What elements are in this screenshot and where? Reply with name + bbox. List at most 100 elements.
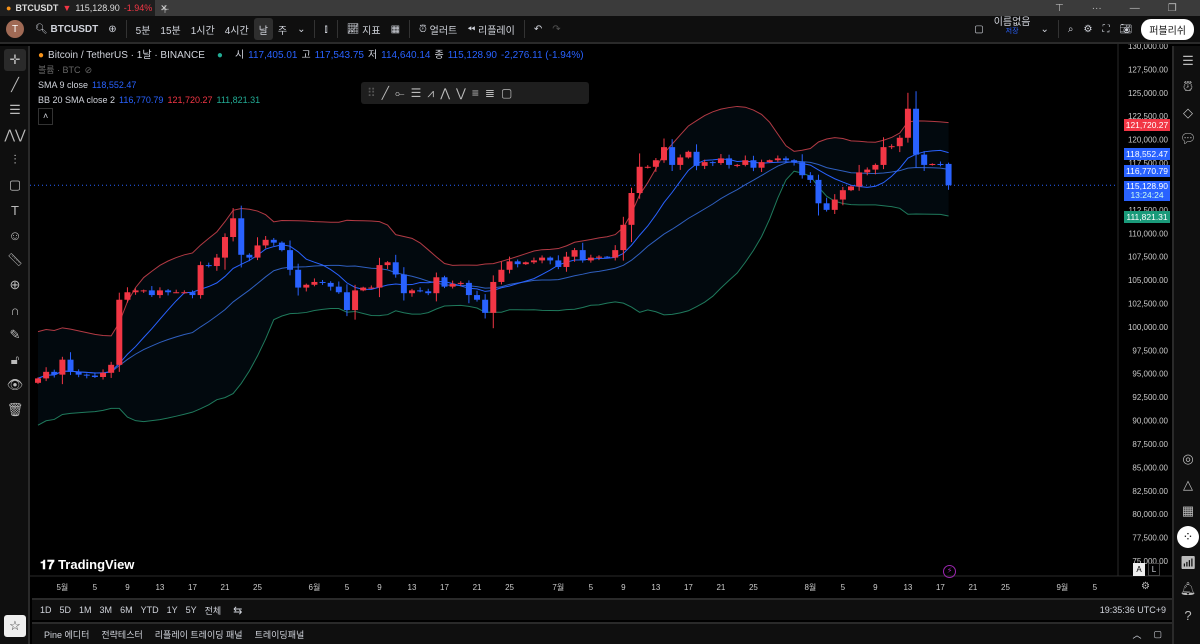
chevron-down-icon[interactable]: ⌄ — [1036, 18, 1054, 40]
crosshair-icon[interactable]: ✛ — [4, 49, 26, 71]
rectangle-icon[interactable]: ▢ — [501, 86, 512, 100]
layout-name[interactable]: 이름없음 저장 — [989, 18, 1036, 40]
fib-extension-icon[interactable]: ≣ — [485, 86, 495, 100]
range-6m[interactable]: 6M — [120, 605, 133, 615]
ideas-icon[interactable]: △ — [1177, 474, 1199, 496]
fib-icon[interactable]: ☰ — [4, 99, 26, 121]
help-icon[interactable]: ? — [1177, 604, 1199, 626]
maximize-icon[interactable]: ❐ — [1168, 3, 1177, 14]
text-icon[interactable]: T — [4, 199, 26, 221]
target-icon[interactable]: ◎ — [1177, 448, 1199, 470]
quick-search-icon[interactable]: ⌕ — [1063, 18, 1079, 40]
fib-retracement-icon[interactable]: ≡ — [472, 86, 479, 100]
emoji-icon[interactable]: ☺ — [4, 224, 26, 246]
lock-icon[interactable]: 🔓︎ — [4, 349, 26, 371]
range-5y[interactable]: 5Y — [186, 605, 197, 615]
trendline-icon[interactable]: ╱ — [382, 86, 389, 100]
maximize-panel-icon[interactable]: ▢ — [1153, 629, 1162, 640]
signal-icon[interactable]: 📶︎ — [1177, 552, 1199, 574]
chevron-down-icon[interactable]: ⌄ — [292, 18, 310, 40]
replay-button[interactable]: ⏪︎ 리플레이 — [462, 18, 520, 40]
interval-1d[interactable]: 날 — [253, 18, 273, 40]
interval-15m[interactable]: 15분 — [155, 18, 185, 40]
pattern-icon[interactable]: ⩘ — [427, 86, 434, 101]
time-tick-label: 9 — [873, 583, 878, 592]
log-scale-button[interactable]: L — [1148, 563, 1160, 576]
zoom-icon[interactable]: ⊕ — [4, 274, 26, 296]
legend-title[interactable]: Bitcoin / TetherUS · 1날 · BINANCE — [48, 48, 205, 63]
fullscreen-icon[interactable]: ⛶ — [1097, 18, 1114, 40]
axis-settings-icon[interactable]: ⚙ — [1141, 581, 1150, 592]
tab-trading-panel[interactable]: 트레이딩패널 — [255, 628, 305, 641]
indicators-button[interactable]: 📈︎ 지표 — [342, 18, 386, 40]
range-3m[interactable]: 3M — [100, 605, 113, 615]
settings-icon[interactable]: ⚙ — [1079, 18, 1098, 40]
ruler-icon[interactable]: 📏︎ — [4, 249, 26, 271]
range-ytd[interactable]: YTD — [141, 605, 159, 615]
symbol-search[interactable]: 🔍︎ BTCUSDT — [30, 18, 103, 40]
price-chart[interactable]: 130,000.00127,500.00125,000.00122,500.00… — [30, 44, 1172, 596]
star-icon[interactable]: ☆ — [4, 615, 26, 637]
tradingview-logo[interactable]: 𝟏𝟕 TradingView — [40, 557, 134, 573]
range-1d[interactable]: 1D — [40, 605, 52, 615]
abcd-icon[interactable]: ⋁ — [456, 86, 466, 100]
parallel-channel-icon[interactable]: ☰ — [411, 86, 422, 100]
candle-body — [579, 250, 586, 261]
trendline-icon[interactable]: ╱ — [4, 74, 26, 96]
publish-button[interactable]: 퍼블리쉬 — [1141, 18, 1194, 40]
camera-icon[interactable]: 📷︎ — [1114, 18, 1137, 40]
range-1m[interactable]: 1M — [79, 605, 92, 615]
interval-1h[interactable]: 1시간 — [186, 18, 220, 40]
layout-select-icon[interactable]: ▢ — [969, 18, 988, 40]
templates-icon[interactable]: ▦ — [386, 18, 405, 40]
interval-5m[interactable]: 5분 — [131, 18, 156, 40]
collapse-legend-icon[interactable]: ˄ — [38, 108, 54, 125]
pattern-icon[interactable]: ⋀⋁ — [4, 124, 26, 146]
tab-strategy-tester[interactable]: 전략테스터 — [101, 628, 142, 641]
minimize-icon[interactable]: — — [1130, 3, 1140, 14]
tab-pine-editor[interactable]: Pine 에디터 — [44, 628, 89, 641]
chevron-up-icon[interactable]: ︿ — [1132, 628, 1141, 641]
volume-label[interactable]: 볼륨 · BTC — [38, 63, 81, 78]
trash-icon[interactable]: 🗑︎ — [4, 399, 26, 421]
browser-tab[interactable]: ● BTCUSDT ▼ 115,128.90 -1.94% ✕ — [0, 0, 168, 16]
xabcd-icon[interactable]: ⋀ — [440, 86, 450, 100]
more-icon[interactable]: ··· — [1092, 3, 1102, 14]
sma-value: 118,552.47 — [92, 80, 137, 90]
forecast-icon[interactable]: ⫶ — [4, 149, 26, 171]
new-tab-icon[interactable]: ＋ — [160, 0, 170, 16]
goto-date-icon[interactable]: ⇆ — [233, 604, 242, 617]
bell-icon[interactable]: 🔔︎ — [1177, 578, 1199, 600]
alarm-clock-icon[interactable]: ⏰︎ — [1177, 76, 1199, 98]
magnet-icon[interactable]: ∩ — [4, 299, 26, 321]
interval-4h[interactable]: 4시간 — [220, 18, 254, 40]
auto-scale-button[interactable]: A — [1133, 563, 1145, 576]
alert-button[interactable]: ⏰︎ 얼러트 — [414, 18, 462, 40]
calendar-icon[interactable]: ▦ — [1177, 500, 1199, 522]
redo-icon[interactable]: ↷ — [547, 18, 565, 40]
horizontal-ray-icon[interactable]: ⟜ — [395, 86, 405, 101]
range-5d[interactable]: 5D — [60, 605, 72, 615]
layout-icon[interactable]: ⊤ — [1055, 3, 1064, 14]
hidden-eye-icon[interactable]: ⊘ — [85, 63, 93, 78]
range-1y[interactable]: 1Y — [167, 605, 178, 615]
watchlist-icon[interactable]: ☰ — [1177, 50, 1199, 72]
compare-icon[interactable]: ⊕ — [103, 18, 121, 40]
apps-icon[interactable]: ⁘ — [1177, 526, 1199, 548]
candle-type-icon[interactable]: ⫾ — [319, 18, 332, 40]
layers-icon[interactable]: ◇ — [1177, 102, 1199, 124]
shapes-icon[interactable]: ▢ — [4, 174, 26, 196]
drag-handle-icon[interactable]: ⠿ — [367, 86, 376, 100]
avatar[interactable]: T — [6, 20, 24, 38]
sma-label[interactable]: SMA 9 close — [38, 78, 88, 93]
range-all[interactable]: 전체 — [205, 604, 222, 617]
undo-icon[interactable]: ↶ — [529, 18, 547, 40]
chat-icon[interactable]: 💬︎ — [1177, 128, 1199, 150]
interval-1w[interactable]: 주 — [273, 18, 292, 40]
tab-replay-trading[interactable]: 리플레이 트레이딩 패널 — [155, 628, 243, 641]
clock[interactable]: 19:35:36 UTC+9 — [1100, 605, 1166, 615]
lightning-icon[interactable]: ⚡︎ — [943, 565, 956, 578]
eye-icon[interactable]: 👁︎ — [4, 374, 26, 396]
bb-label[interactable]: BB 20 SMA close 2 — [38, 93, 115, 108]
pencil-lock-icon[interactable]: ✎ — [4, 324, 26, 346]
